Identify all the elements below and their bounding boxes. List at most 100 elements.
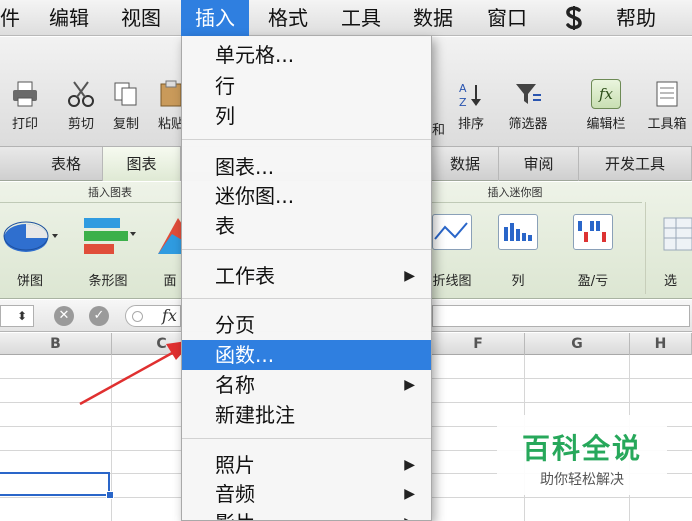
tab-tables[interactable]: 表格 [30,147,103,181]
menu-item-table[interactable]: 表 [182,211,431,241]
menu-item-columns[interactable]: 列 [182,101,431,131]
menu-item-label: 分页 [215,313,255,337]
column-header-h[interactable]: H [630,333,692,355]
filter-label: 筛选器 [508,117,548,132]
menu-item-label: 新建批注 [215,403,295,427]
cut-button[interactable]: 剪切 [58,79,104,141]
select-data-icon [663,217,692,251]
menu-item-sheet[interactable]: 工作表 ▶ [182,261,431,291]
watermark-subtitle: 助你轻松解决 [540,472,624,488]
menu-separator [182,249,431,250]
cancel-formula-icon[interactable]: ✕ [54,306,74,326]
menu-item-chart[interactable]: 图表... [182,152,431,182]
pie-chart-button[interactable]: 饼图 [0,210,60,294]
insert-function-button[interactable]: fx [125,305,181,327]
record-dot-icon [132,311,143,322]
printer-icon [10,79,40,109]
sort-label: 排序 [457,117,484,132]
submenu-arrow-icon: ▶ [404,486,415,502]
submenu-arrow-icon: ▶ [404,268,415,284]
svg-text:A: A [459,82,467,95]
fill-handle[interactable] [106,491,114,499]
menu-separator [182,298,431,299]
menu-tools[interactable]: 工具 [341,0,381,36]
bar-chart-button[interactable]: 条形图 [78,210,138,294]
svg-text:Z: Z [459,96,467,109]
bar-chart-label: 条形图 [88,274,128,289]
menu-view[interactable]: 视图 [121,0,161,36]
menu-file[interactable]: 件 [0,0,20,36]
winloss-sparkline-button[interactable]: 盈/亏 [563,210,623,294]
column-header-f[interactable]: F [432,333,525,355]
menu-bar: 件 编辑 视图 插入 格式 工具 数据 窗口 帮助 [0,0,692,36]
menu-item-label: 单元格... [215,43,295,67]
winloss-sparkline-icon [573,214,613,250]
toolbox-button[interactable]: 工具箱 [644,79,690,141]
column-sparkline-button[interactable]: 列 [488,210,548,294]
select-data-label: 选 [664,274,678,289]
menu-item-name[interactable]: 名称 ▶ [182,370,431,400]
menu-item-label: 图表... [215,155,275,179]
winloss-sparkline-label: 盈/亏 [577,274,609,289]
menu-separator [182,438,431,439]
copy-icon [111,79,141,109]
filter-button[interactable]: 筛选器 [505,79,551,141]
menu-window[interactable]: 窗口 [487,0,527,36]
menu-item-audio[interactable]: 音频 ▶ [182,479,431,509]
watermark-title: 百科全说 [521,432,642,465]
group-separator [645,202,646,294]
bar-chart-icon [84,218,136,254]
copy-button[interactable]: 复制 [103,79,149,141]
sort-az-icon: AZ [456,79,486,109]
menu-item-page-break[interactable]: 分页 [182,310,431,340]
menu-help[interactable]: 帮助 [616,0,656,36]
menu-item-function[interactable]: 函数... [182,340,431,370]
select-data-button[interactable]: 选 [652,210,692,294]
menu-item-label: 照片 [215,453,255,477]
menu-insert[interactable]: 插入 [181,0,249,36]
print-button[interactable]: 打印 [2,79,48,141]
column-sparkline-icon [498,214,538,250]
menu-edit[interactable]: 编辑 [49,0,89,36]
fx-icon: fx [162,306,177,325]
cut-label: 剪切 [67,117,94,132]
watermark-logo: 百科全说 助你轻松解决 [497,415,667,495]
group-divider [0,202,181,203]
menu-format[interactable]: 格式 [268,0,308,36]
menu-item-rows[interactable]: 行 [182,71,431,101]
tab-charts[interactable]: 图表 [103,147,181,181]
area-chart-button[interactable]: 面 [158,210,182,294]
submenu-arrow-icon: ▶ [404,457,415,473]
formula-bar-toggle-button[interactable]: fx 编辑栏 [583,79,629,141]
menu-item-movie[interactable]: 影片 ▶ [182,508,431,520]
name-box-stepper[interactable]: ⬍ [0,305,34,327]
pie-chart-label: 饼图 [16,274,43,289]
confirm-formula-icon[interactable]: ✓ [89,306,109,326]
menu-item-label: 名称 [215,373,255,397]
insert-menu-dropdown: 单元格... 行 列 图表... 迷你图... 表 工作表 ▶ 分页 函数... … [181,36,432,521]
menu-item-sparkline[interactable]: 迷你图... [182,181,431,211]
menu-item-photo[interactable]: 照片 ▶ [182,450,431,480]
submenu-arrow-icon: ▶ [404,377,415,393]
script-s-icon[interactable] [562,4,586,32]
print-label: 打印 [11,117,38,132]
tab-review[interactable]: 审阅 [499,147,579,181]
menu-item-cells[interactable]: 单元格... [182,40,431,70]
column-sparkline-label: 列 [511,274,525,289]
area-chart-label: 面 [163,274,177,289]
pie-chart-icon [3,221,58,252]
menu-item-label: 函数... [215,343,275,367]
menu-item-label: 影片 [215,511,255,520]
scissors-icon [66,79,96,109]
fx-icon: fx [591,79,621,109]
sort-button[interactable]: AZ 排序 [448,79,494,141]
formula-input[interactable] [432,305,690,327]
column-header-g[interactable]: G [525,333,630,355]
menu-separator [182,139,431,140]
menu-item-new-comment[interactable]: 新建批注 [182,400,431,430]
selected-cell[interactable] [0,472,110,496]
menu-data[interactable]: 数据 [413,0,453,36]
menu-item-label: 行 [215,74,235,98]
tab-developer[interactable]: 开发工具 [579,147,692,181]
tab-data[interactable]: 数据 [432,147,499,181]
